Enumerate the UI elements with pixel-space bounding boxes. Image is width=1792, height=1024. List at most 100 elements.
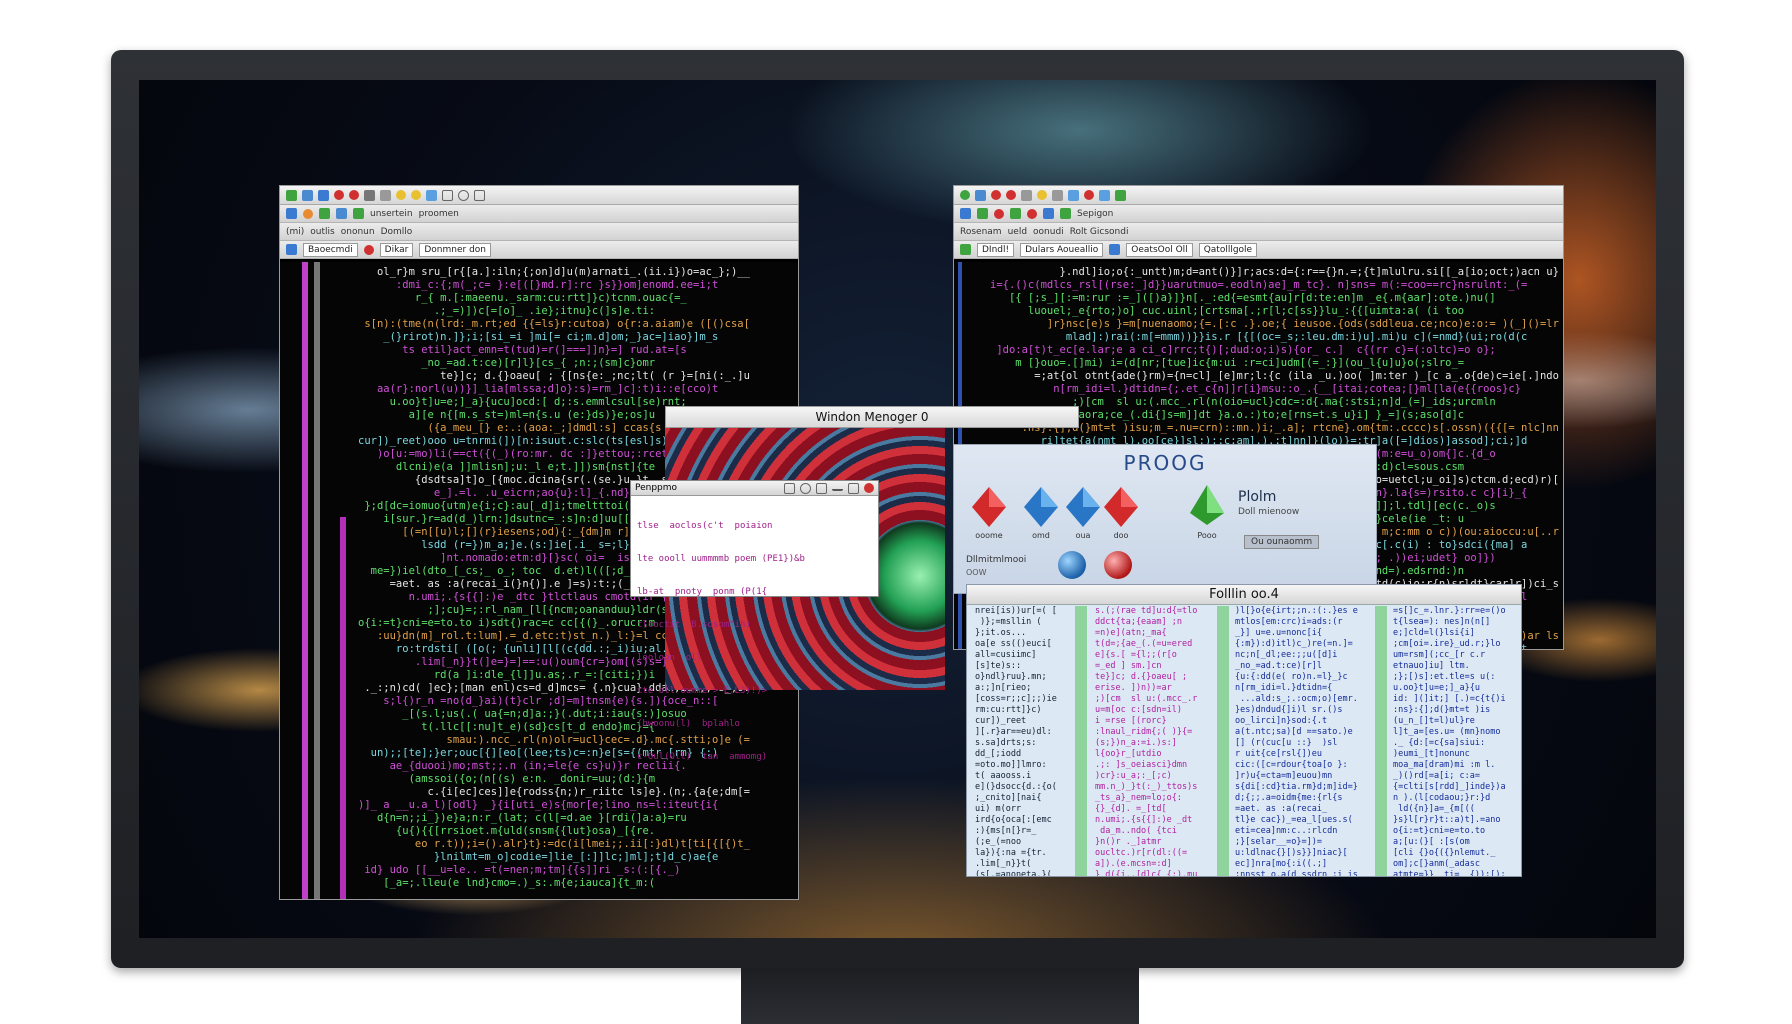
doc-icon[interactable]	[353, 208, 364, 219]
record-icon[interactable]	[1006, 190, 1016, 200]
data-window-title[interactable]: Folllin oo.4	[967, 585, 1521, 605]
tab-field[interactable]: OeatsOol Oll	[1126, 242, 1193, 257]
data-cell: _no_=ad.t:ce)[r]l	[1235, 661, 1322, 671]
cloud-icon[interactable]	[1099, 189, 1110, 201]
draw-icon[interactable]	[318, 189, 329, 201]
code-line: [_a=;.lleu(e lnd}cmo=.)_s:.m{e;iauca]{t_…	[358, 877, 656, 889]
data-cell: te}]c; d.{}oaeu[ ;	[1095, 672, 1188, 682]
new-icon[interactable]	[1060, 208, 1071, 219]
record-icon[interactable]	[334, 190, 344, 200]
close-icon[interactable]	[864, 483, 874, 493]
data-cell: {=clti[s[rdd]_]inde})a	[1393, 782, 1506, 792]
data-column: s.(;(rae td]u:d{=tlo ddct{ta;{eaam] ;n =n)…	[1095, 606, 1215, 876]
sun-icon[interactable]	[1037, 190, 1047, 200]
code-line: i={.()c(mdlcs_rsl[(rse:_]d}}uarutmuo=.eo…	[990, 279, 1528, 291]
tab-field[interactable]: DIndl!	[977, 242, 1015, 257]
settings-icon[interactable]	[458, 189, 469, 201]
toolbar-label[interactable]: Rolt Gicsondi	[1070, 227, 1129, 237]
orange-icon[interactable]	[303, 208, 313, 219]
page-icon[interactable]	[474, 189, 485, 201]
new-icon[interactable]	[977, 208, 988, 219]
folder-icon[interactable]	[426, 189, 437, 201]
book-icon[interactable]	[1068, 189, 1079, 201]
home-icon[interactable]	[960, 244, 971, 255]
pen-icon[interactable]	[1115, 189, 1126, 201]
table-icon[interactable]	[1052, 189, 1063, 201]
menu-text[interactable]: Sepigon	[1077, 209, 1113, 219]
toolbar-label[interactable]: (mi)	[286, 227, 304, 237]
data-cell: (s;})n_a:=i.)s:]	[1095, 738, 1177, 748]
data-cell: nrei[is))ur[=( [	[975, 606, 1057, 616]
record-icon[interactable]	[994, 208, 1004, 219]
record-icon[interactable]	[1027, 208, 1037, 219]
open-icon[interactable]	[960, 208, 971, 219]
data-cell: )};=msllin (	[975, 617, 1042, 627]
data-cell: s.(;(rae td]u:d{=tlo	[1095, 606, 1198, 616]
tab-field[interactable]: Qatolllgole	[1198, 242, 1258, 257]
toolbar-label[interactable]: ueld	[1008, 227, 1027, 237]
popup-titlebar[interactable]: Penppmo	[631, 481, 878, 496]
red-gem-icon[interactable]	[972, 487, 1006, 527]
menu-text-2[interactable]: proomen	[419, 209, 459, 219]
edit-icon[interactable]	[302, 189, 313, 201]
record-icon[interactable]	[991, 190, 1001, 200]
open-icon[interactable]	[286, 208, 297, 219]
close-icon[interactable]	[363, 244, 374, 255]
toolbar-label[interactable]: Rosenam	[960, 227, 1002, 237]
tab-field[interactable]: Baoecmdi	[303, 242, 358, 257]
window-icon[interactable]	[442, 189, 453, 201]
tool-icon[interactable]	[784, 482, 795, 494]
green-pyramid-icon[interactable]	[1190, 485, 1224, 525]
popup-line: tlse aoclos(c't poiaion	[637, 521, 773, 531]
data-cell: n.umi;.{s{{]:)e _dt	[1095, 815, 1193, 825]
left-window-titlebar[interactable]	[280, 186, 798, 205]
data-cell: t{lsea=): nes]n(n[]	[1393, 617, 1491, 627]
new-icon[interactable]	[319, 208, 330, 219]
stop-icon[interactable]	[349, 190, 359, 200]
popup-line: (bwoonu(l) bplahlo	[637, 719, 740, 729]
tab-field[interactable]: Donmner don	[419, 242, 492, 257]
search-icon[interactable]	[800, 482, 811, 494]
save-icon[interactable]	[286, 189, 297, 201]
green-icon[interactable]	[960, 190, 970, 200]
blue-orb-icon[interactable]	[1058, 551, 1086, 579]
blue-gem-icon[interactable]	[1024, 487, 1058, 527]
toolbar-label[interactable]: outlis	[310, 227, 334, 237]
sun-icon[interactable]	[396, 190, 406, 200]
red-gem-icon[interactable]	[1104, 487, 1138, 527]
toolbar-label[interactable]: Domllo	[381, 227, 413, 237]
data-cell: da_m..ndo( {tci	[1095, 826, 1177, 836]
cursor-icon[interactable]	[975, 189, 986, 201]
data-cell: om];c[}anm(_adasc	[1393, 859, 1480, 869]
copy-icon[interactable]	[336, 208, 347, 219]
proog-panel[interactable]: PROOG ooome omd oua doo Pooo Plolm Doll …	[953, 444, 1377, 594]
red-orb-icon[interactable]	[1104, 551, 1132, 579]
right-window-titlebar[interactable]	[954, 186, 1563, 205]
pin-icon[interactable]	[816, 482, 827, 494]
toolbar-label[interactable]: ononun	[341, 227, 375, 237]
menu-text[interactable]: unsertein	[370, 209, 413, 219]
layout-icon[interactable]	[380, 189, 391, 201]
grid-icon[interactable]	[364, 189, 375, 201]
data-window[interactable]: Folllin oo.4 nrei[is))ur[=( [ )};=msllin…	[966, 584, 1522, 877]
data-cell: {:m}):d)itl)c_)re(=n.]=	[1235, 639, 1353, 649]
brush-icon[interactable]	[1021, 189, 1032, 201]
data-cell: a(t.ntc;sa)[d ==sato.)e	[1235, 727, 1353, 737]
tab-field[interactable]: Dikar	[379, 242, 414, 257]
blue-gem-icon[interactable]	[1066, 487, 1100, 527]
maximize-icon[interactable]	[848, 482, 859, 494]
badge[interactable]: Ou ounaomm	[1244, 535, 1320, 549]
data-cell: }n()r ._]atmr	[1095, 837, 1162, 847]
window-manager-title[interactable]: Windon Menoger 0	[665, 406, 1079, 428]
doc-icon[interactable]	[1010, 208, 1021, 219]
minimize-icon[interactable]	[832, 485, 843, 491]
popup-window[interactable]: Penppmo tlse aoclos(c't poiaion lte oool…	[630, 480, 879, 762]
gear-icon[interactable]	[1109, 244, 1121, 255]
star-icon[interactable]	[411, 190, 421, 200]
toolbar-label[interactable]: oonudi	[1033, 227, 1064, 237]
home-icon[interactable]	[286, 244, 297, 255]
stop-icon[interactable]	[1084, 190, 1094, 200]
tab-field[interactable]: Dulars Aoueallio	[1020, 242, 1104, 257]
flag-icon[interactable]	[1043, 208, 1054, 219]
data-cell: :lnaul_ridm{;( )}{=	[1095, 727, 1193, 737]
